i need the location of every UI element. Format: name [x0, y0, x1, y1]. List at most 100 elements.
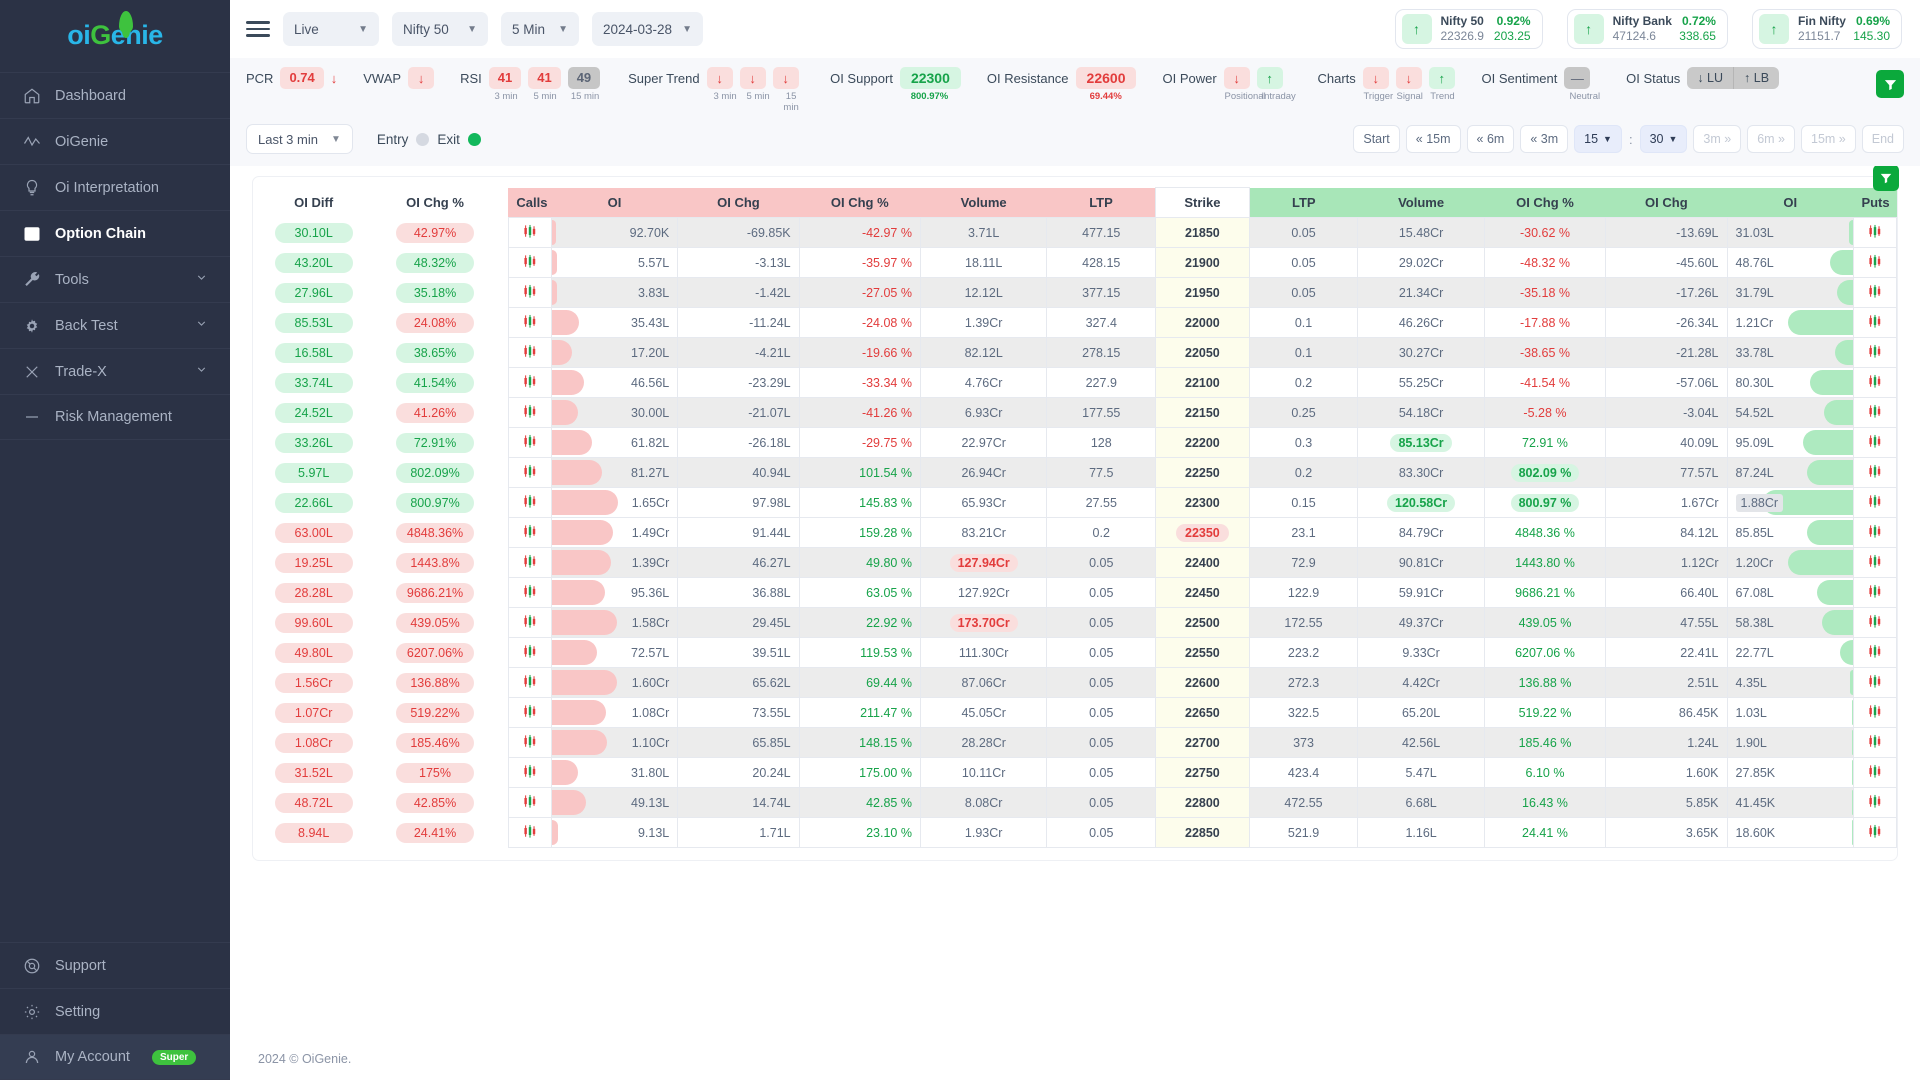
playback-fwd-3m-button[interactable]: 3m »: [1693, 125, 1741, 153]
sidebar-item-support[interactable]: Support: [0, 942, 230, 988]
oi-status-segmented-control[interactable]: ↓ LU ↑ LB: [1687, 67, 1779, 89]
strike-cell[interactable]: 22000: [1156, 308, 1250, 338]
calls-chart-cell[interactable]: [508, 368, 551, 398]
sidebar-item-tools[interactable]: Tools: [0, 256, 230, 302]
puts-chart-cell[interactable]: [1853, 638, 1896, 668]
table-row[interactable]: 85.53L 24.08% 35.43L -11.24L -24.08 % 1.…: [253, 308, 1897, 338]
calls-chart-cell[interactable]: [508, 758, 551, 788]
interval-select[interactable]: 5 Min ▼: [501, 12, 579, 46]
table-row[interactable]: 30.10L 42.97% 92.70K -69.85K -42.97 % 3.…: [253, 218, 1897, 248]
strike-cell[interactable]: 21850: [1156, 218, 1250, 248]
table-row[interactable]: 43.20L 48.32% 5.57L -3.13L -35.97 % 18.1…: [253, 248, 1897, 278]
strike-cell[interactable]: 22150: [1156, 398, 1250, 428]
sidebar-item-risk-management[interactable]: Risk Management: [0, 394, 230, 440]
strike-cell[interactable]: 22050: [1156, 338, 1250, 368]
strike-cell[interactable]: 22450: [1156, 578, 1250, 608]
puts-chart-cell[interactable]: [1853, 398, 1896, 428]
puts-chart-cell[interactable]: [1853, 788, 1896, 818]
puts-chart-cell[interactable]: [1853, 368, 1896, 398]
calls-chart-cell[interactable]: [508, 698, 551, 728]
playback-fwd-6m-button[interactable]: 6m »: [1747, 125, 1795, 153]
puts-chart-cell[interactable]: [1853, 608, 1896, 638]
sidebar-item-option-chain[interactable]: Option Chain: [0, 210, 230, 256]
table-row[interactable]: 31.52L 175% 31.80L 20.24L 175.00 % 10.11…: [253, 758, 1897, 788]
strike-cell[interactable]: 21950: [1156, 278, 1250, 308]
sidebar-item-setting[interactable]: Setting: [0, 988, 230, 1034]
oi-status-option-lb[interactable]: ↑ LB: [1733, 67, 1779, 89]
puts-chart-cell[interactable]: [1853, 518, 1896, 548]
playback-back-6m-button[interactable]: « 6m: [1467, 125, 1515, 153]
table-row[interactable]: 48.72L 42.85% 49.13L 14.74L 42.85 % 8.08…: [253, 788, 1897, 818]
date-select[interactable]: 2024-03-28 ▼: [592, 12, 703, 46]
table-row[interactable]: 33.74L 41.54% 46.56L -23.29L -33.34 % 4.…: [253, 368, 1897, 398]
strike-cell[interactable]: 22100: [1156, 368, 1250, 398]
oi-status-option-lu[interactable]: ↓ LU: [1687, 67, 1733, 89]
calls-chart-cell[interactable]: [508, 668, 551, 698]
calls-chart-cell[interactable]: [508, 428, 551, 458]
strike-cell[interactable]: 22800: [1156, 788, 1250, 818]
strike-cell[interactable]: 22850: [1156, 818, 1250, 848]
table-row[interactable]: 8.94L 24.41% 9.13L 1.71L 23.10 % 1.93Cr …: [253, 818, 1897, 848]
strike-cell[interactable]: 22750: [1156, 758, 1250, 788]
playback-hour-select[interactable]: 15 ▼: [1574, 125, 1622, 153]
table-row[interactable]: 28.28L 9686.21% 95.36L 36.88L 63.05 % 12…: [253, 578, 1897, 608]
strike-cell[interactable]: 22200: [1156, 428, 1250, 458]
puts-chart-cell[interactable]: [1853, 308, 1896, 338]
calls-chart-cell[interactable]: [508, 548, 551, 578]
puts-chart-cell[interactable]: [1853, 548, 1896, 578]
calls-chart-cell[interactable]: [508, 788, 551, 818]
sidebar-item-trade-x[interactable]: Trade-X: [0, 348, 230, 394]
puts-chart-cell[interactable]: [1853, 248, 1896, 278]
calls-chart-cell[interactable]: [508, 488, 551, 518]
sidebar-item-dashboard[interactable]: Dashboard: [0, 72, 230, 118]
calls-chart-cell[interactable]: [508, 818, 551, 848]
table-row[interactable]: 16.58L 38.65% 17.20L -4.21L -19.66 % 82.…: [253, 338, 1897, 368]
puts-chart-cell[interactable]: [1853, 698, 1896, 728]
index-card-fin-nifty[interactable]: ↑ Fin Nifty 0.69% 21151.7 145.30: [1752, 9, 1902, 49]
hamburger-menu-icon[interactable]: [246, 21, 270, 37]
puts-chart-cell[interactable]: [1853, 578, 1896, 608]
puts-chart-cell[interactable]: [1853, 488, 1896, 518]
calls-chart-cell[interactable]: [508, 608, 551, 638]
strike-cell[interactable]: 22300: [1156, 488, 1250, 518]
playback-back-15m-button[interactable]: « 15m: [1406, 125, 1461, 153]
table-row[interactable]: 99.60L 439.05% 1.58Cr 29.45L 22.92 % 173…: [253, 608, 1897, 638]
sidebar-item-back-test[interactable]: Back Test: [0, 302, 230, 348]
table-row[interactable]: 63.00L 4848.36% 1.49Cr 91.44L 159.28 % 8…: [253, 518, 1897, 548]
table-row[interactable]: 1.56Cr 136.88% 1.60Cr 65.62L 69.44 % 87.…: [253, 668, 1897, 698]
playback-fwd-15m-button[interactable]: 15m »: [1801, 125, 1856, 153]
calls-chart-cell[interactable]: [508, 728, 551, 758]
sidebar-item-my-account[interactable]: My Account Super: [0, 1034, 230, 1080]
puts-chart-cell[interactable]: [1853, 818, 1896, 848]
table-row[interactable]: 1.07Cr 519.22% 1.08Cr 73.55L 211.47 % 45…: [253, 698, 1897, 728]
puts-chart-cell[interactable]: [1853, 278, 1896, 308]
table-row[interactable]: 22.66L 800.97% 1.65Cr 97.98L 145.83 % 65…: [253, 488, 1897, 518]
strike-cell[interactable]: 22600: [1156, 668, 1250, 698]
puts-chart-cell[interactable]: [1853, 668, 1896, 698]
symbol-select[interactable]: Nifty 50 ▼: [392, 12, 488, 46]
strike-cell[interactable]: 22350: [1156, 518, 1250, 548]
calls-chart-cell[interactable]: [508, 398, 551, 428]
strike-cell[interactable]: 22250: [1156, 458, 1250, 488]
table-row[interactable]: 19.25L 1443.8% 1.39Cr 46.27L 49.80 % 127…: [253, 548, 1897, 578]
strike-cell[interactable]: 21900: [1156, 248, 1250, 278]
table-row[interactable]: 1.08Cr 185.46% 1.10Cr 65.85L 148.15 % 28…: [253, 728, 1897, 758]
puts-chart-cell[interactable]: [1853, 338, 1896, 368]
table-row[interactable]: 49.80L 6207.06% 72.57L 39.51L 119.53 % 1…: [253, 638, 1897, 668]
calls-chart-cell[interactable]: [508, 218, 551, 248]
playback-minute-select[interactable]: 30 ▼: [1640, 125, 1688, 153]
strike-cell[interactable]: 22500: [1156, 608, 1250, 638]
table-row[interactable]: 24.52L 41.26% 30.00L -21.07L -41.26 % 6.…: [253, 398, 1897, 428]
strike-cell[interactable]: 22700: [1156, 728, 1250, 758]
index-card-nifty-50[interactable]: ↑ Nifty 50 0.92% 22326.9 203.25: [1395, 9, 1543, 49]
puts-chart-cell[interactable]: [1853, 458, 1896, 488]
calls-chart-cell[interactable]: [508, 308, 551, 338]
mode-select[interactable]: Live ▼: [283, 12, 379, 46]
table-row[interactable]: 27.96L 35.18% 3.83L -1.42L -27.05 % 12.1…: [253, 278, 1897, 308]
calls-chart-cell[interactable]: [508, 248, 551, 278]
strike-cell[interactable]: 22650: [1156, 698, 1250, 728]
table-filter-icon[interactable]: [1873, 166, 1899, 191]
calls-chart-cell[interactable]: [508, 638, 551, 668]
strike-cell[interactable]: 22400: [1156, 548, 1250, 578]
playback-start-button[interactable]: Start: [1353, 125, 1399, 153]
